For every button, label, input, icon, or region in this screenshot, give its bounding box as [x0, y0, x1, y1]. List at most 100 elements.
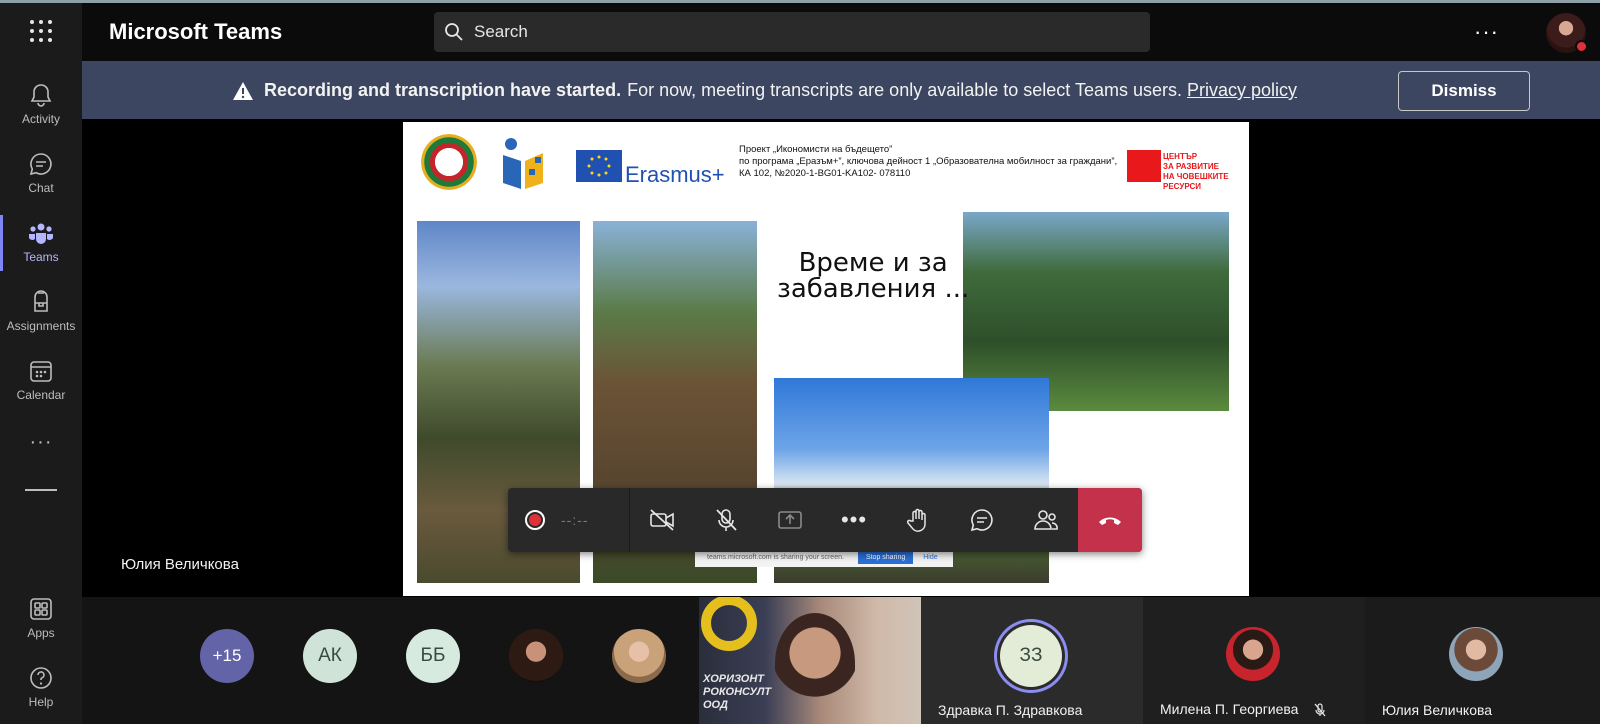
call-timer: --:-- [561, 512, 589, 528]
brand-logo-ring [701, 597, 757, 651]
rail-item-chat[interactable]: Chat [0, 140, 82, 208]
profile-avatar[interactable] [1546, 13, 1588, 53]
app-title: Microsoft Teams [109, 19, 283, 44]
erasmus-logo-text: Erasmus+ [625, 162, 725, 187]
app-launcher-icon[interactable] [28, 18, 54, 44]
participant-avatar-photo [1226, 627, 1280, 681]
participant-video-face [775, 613, 855, 713]
recording-indicator[interactable]: --:-- [508, 488, 630, 552]
show-participants-button[interactable] [1014, 488, 1078, 552]
hrd-center-logo-icon [1127, 150, 1161, 182]
settings-more-button[interactable]: ··· [1474, 19, 1499, 45]
background-brand-text: ХОРИЗОНТ РОКОНСУЛТ ООД [703, 673, 771, 712]
participant-avatar-speaking: ЗЗ [1000, 625, 1062, 687]
rail-item-calendar[interactable]: Calendar [0, 347, 82, 415]
more-actions-button[interactable]: ••• [822, 488, 886, 552]
rail-label-chat: Chat [28, 181, 54, 195]
chat-bubble-icon [970, 509, 993, 532]
rail-item-help[interactable]: Help [0, 654, 82, 722]
app-rail: Activity Chat Teams Assignments Calendar… [0, 3, 82, 724]
participant-avatar[interactable]: АК [303, 629, 357, 683]
search-input[interactable] [474, 22, 1114, 42]
help-icon [30, 667, 52, 689]
mic-toggle-button[interactable] [694, 488, 758, 552]
stop-sharing-button[interactable]: Stop sharing [857, 550, 914, 564]
project-line: Проект „Икономисти на бъдещето” [739, 144, 893, 155]
leave-call-button[interactable] [1078, 488, 1142, 552]
share-content-button[interactable] [758, 488, 822, 552]
chat-icon [29, 153, 52, 176]
apps-icon [30, 598, 52, 620]
rail-label-activity: Activity [21, 112, 60, 126]
brand-line: ХОРИЗОНТ [703, 673, 765, 685]
slide-title: Време и за забавления ... [777, 250, 969, 302]
slide-title-line: Време и за [798, 248, 948, 278]
rail-item-activity[interactable]: Activity [0, 71, 82, 139]
hrd-center-logo-text: ЦЕНТЪР ЗА РАЗВИТИЕ НА ЧОВЕШКИТЕ РЕСУРСИ [1163, 152, 1229, 192]
more-participants-button[interactable]: +15 [200, 629, 254, 683]
share-tray-icon [778, 511, 802, 529]
participant-avatar[interactable]: ББ [406, 629, 460, 683]
banner-text: For now, meeting transcripts are only av… [627, 80, 1183, 100]
rail-label-teams: Teams [23, 250, 59, 264]
participant-name: Юлия Величкова [1382, 702, 1493, 718]
raise-hand-icon [906, 508, 926, 532]
hrd-line: ЦЕНТЪР [1163, 152, 1198, 161]
warning-icon [233, 81, 253, 100]
hang-up-icon [1099, 517, 1121, 525]
privacy-policy-link[interactable]: Privacy policy [1187, 80, 1297, 101]
brand-line: ООД [703, 699, 728, 711]
hrd-line: НА ЧОВЕШКИТЕ [1163, 172, 1229, 181]
recording-icon [525, 510, 545, 530]
participant-strip: +15 АК ББ ХОРИЗОНТ РОКОНСУЛТ ООД ЗЗ Здра… [82, 597, 1600, 724]
top-bar: Microsoft Teams ··· [82, 3, 1600, 61]
participant-tile[interactable]: Милена П. Георгиева [1143, 597, 1365, 724]
participant-video-tile[interactable]: ХОРИЗОНТ РОКОНСУЛТ ООД [699, 597, 921, 724]
share-notice-text: teams.microsoft.com is sharing your scre… [707, 553, 844, 561]
mic-muted-icon [1314, 703, 1326, 717]
rail-label-assignments: Assignments [6, 319, 76, 333]
rail-label-calendar: Calendar [16, 388, 66, 402]
dismiss-button[interactable]: Dismiss [1398, 71, 1530, 111]
rail-divider [25, 489, 57, 491]
participant-avatar-photo[interactable] [612, 629, 666, 683]
slide-title-line: забавления ... [777, 274, 970, 304]
rail-item-teams[interactable]: Teams [0, 209, 82, 277]
participant-avatar-photo [1449, 627, 1503, 681]
participant-name-row: Милена П. Георгиева [1160, 701, 1328, 718]
banner-bold-text: Recording and transcription have started… [264, 80, 622, 100]
bell-icon [30, 84, 52, 107]
mic-off-icon [716, 509, 737, 531]
backpack-icon [34, 290, 48, 312]
call-control-bar: --:-- ••• [508, 488, 1142, 552]
participant-name: Милена П. Георгиева [1160, 700, 1299, 717]
show-conversation-button[interactable] [950, 488, 1014, 552]
hide-notice-link[interactable]: Hide [923, 554, 937, 561]
raise-hand-button[interactable] [886, 488, 950, 552]
participant-tile[interactable]: Юлия Величкова [1365, 597, 1600, 724]
participant-tile-speaking[interactable]: ЗЗ Здравка П. Здравкова [921, 597, 1143, 724]
participant-name: Здравка П. Здравкова [938, 702, 1083, 718]
search-box[interactable] [434, 12, 1150, 52]
participant-avatar-photo[interactable] [509, 629, 563, 683]
project-description: Проект „Икономисти на бъдещето” по прогр… [739, 144, 1117, 180]
camera-toggle-button[interactable] [630, 488, 694, 552]
rail-more-apps-button[interactable]: ··· [26, 431, 56, 454]
book-logo [503, 138, 543, 189]
teams-icon [29, 223, 53, 244]
search-icon [445, 23, 463, 41]
brand-line: РОКОНСУЛТ [703, 686, 772, 698]
rail-item-assignments[interactable]: Assignments [0, 278, 82, 346]
recording-banner: Recording and transcription have started… [82, 61, 1600, 119]
eu-flag-icon [576, 150, 622, 182]
rail-label-help: Help [28, 695, 54, 709]
hrd-line: ЗА РАЗВИТИЕ [1163, 162, 1219, 171]
calendar-icon [30, 361, 52, 382]
rail-label-apps: Apps [27, 626, 55, 640]
meeting-stage: Erasmus+ Проект „Икономисти на бъдещето”… [82, 119, 1600, 597]
people-icon [1034, 510, 1058, 530]
status-busy-icon [1575, 40, 1588, 53]
banner-message: Recording and transcription have started… [232, 80, 1297, 101]
rail-item-apps[interactable]: Apps [0, 585, 82, 653]
school-seal-logo [421, 134, 477, 190]
